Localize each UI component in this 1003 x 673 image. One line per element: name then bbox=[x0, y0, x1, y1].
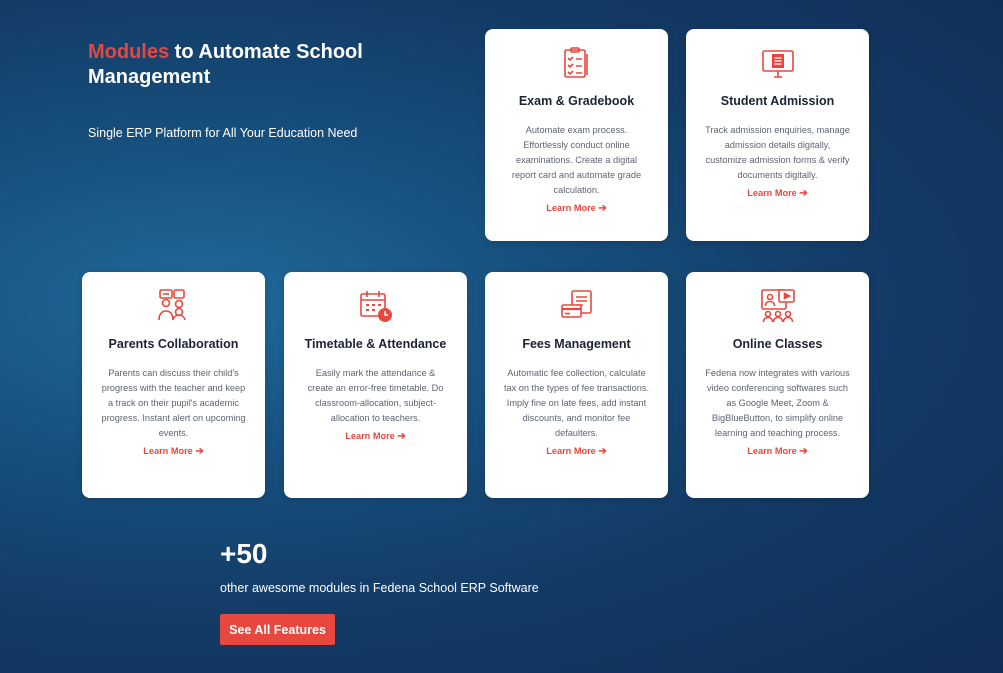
learn-more-link[interactable]: Learn More ➔ bbox=[143, 444, 203, 459]
module-title: Timetable & Attendance bbox=[304, 337, 447, 351]
arrow-right-icon: ➔ bbox=[598, 203, 607, 214]
learn-more-link[interactable]: Learn More ➔ bbox=[546, 201, 606, 216]
fees-card-icon bbox=[559, 288, 595, 324]
learn-more-link[interactable]: Learn More ➔ bbox=[345, 429, 405, 444]
module-card-parents: Parents Collaboration Parents can discus… bbox=[82, 272, 265, 498]
admission-monitor-icon bbox=[760, 45, 796, 81]
exam-checklist-icon bbox=[559, 45, 595, 81]
module-description: Automate exam process. Effortlessly cond… bbox=[511, 125, 642, 216]
module-title: Student Admission bbox=[720, 94, 835, 108]
module-card-fees: Fees Management Automatic fee collection… bbox=[485, 272, 668, 498]
module-card-exam: Exam & Gradebook Automate exam process. … bbox=[485, 29, 668, 241]
module-description: Easily mark the attendance & create an e… bbox=[307, 368, 444, 444]
module-title: Exam & Gradebook bbox=[518, 94, 635, 108]
parents-chat-icon bbox=[156, 288, 192, 324]
arrow-right-icon: ➔ bbox=[799, 446, 808, 457]
online-class-icon bbox=[760, 288, 796, 324]
arrow-right-icon: ➔ bbox=[195, 446, 204, 457]
module-description: Automatic fee collection, calculate tax … bbox=[503, 368, 650, 459]
module-description: Parents can discuss their child's progre… bbox=[101, 368, 246, 459]
module-description: Fedena now integrates with various video… bbox=[705, 368, 850, 459]
more-modules-text: other awesome modules in Fedena School E… bbox=[220, 581, 539, 595]
learn-more-link[interactable]: Learn More ➔ bbox=[747, 444, 807, 459]
title-accent: Modules bbox=[88, 41, 170, 63]
learn-more-link[interactable]: Learn More ➔ bbox=[546, 444, 606, 459]
module-title: Fees Management bbox=[522, 337, 631, 351]
arrow-right-icon: ➔ bbox=[799, 188, 808, 199]
module-card-timetable: Timetable & Attendance Easily mark the a… bbox=[284, 272, 467, 498]
see-all-features-button[interactable]: See All Features bbox=[220, 614, 335, 645]
arrow-right-icon: ➔ bbox=[598, 446, 607, 457]
module-title: Parents Collaboration bbox=[108, 337, 239, 351]
calendar-clock-icon bbox=[358, 288, 394, 324]
module-title: Online Classes bbox=[732, 337, 823, 351]
learn-more-link[interactable]: Learn More ➔ bbox=[747, 186, 807, 201]
page-title: Modules to Automate School Management bbox=[88, 40, 448, 90]
more-modules-count: +50 bbox=[220, 538, 268, 569]
page-subtitle: Single ERP Platform for All Your Educati… bbox=[88, 126, 358, 140]
arrow-right-icon: ➔ bbox=[397, 431, 406, 442]
module-card-online-classes: Online Classes Fedena now integrates wit… bbox=[686, 272, 869, 498]
module-description: Track admission enquiries, manage admiss… bbox=[705, 125, 850, 201]
module-card-admission: Student Admission Track admission enquir… bbox=[686, 29, 869, 241]
